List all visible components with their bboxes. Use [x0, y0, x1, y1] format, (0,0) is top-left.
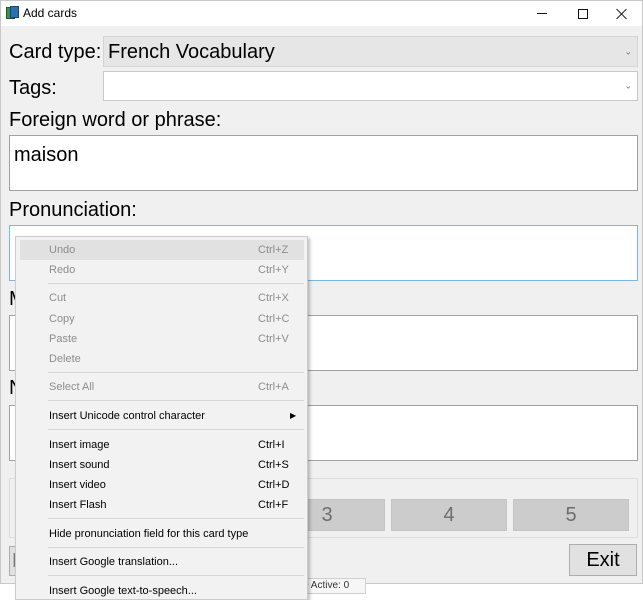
chevron-down-icon: ⌄ [624, 46, 632, 56]
menu-item-redo[interactable]: Redo Ctrl+Y [20, 260, 304, 280]
minimize-button[interactable] [519, 1, 565, 26]
menu-item-label: Insert sound [49, 459, 110, 471]
menu-item-label: Cut [49, 292, 67, 304]
grade-5-button[interactable]: 5 [513, 499, 629, 531]
foreign-word-value: maison [14, 144, 79, 166]
menu-item-label: Copy [49, 313, 75, 325]
minimize-icon [537, 13, 547, 14]
menu-item-insert-flash[interactable]: Insert Flash Ctrl+F [20, 495, 304, 515]
menu-separator [48, 429, 304, 430]
menu-item-label: Hide pronunciation field for this card t… [49, 528, 249, 540]
submenu-arrow-icon: ▶ [290, 411, 297, 420]
menu-item-shortcut: Ctrl+A [258, 381, 289, 393]
menu-item-label: Insert Flash [49, 499, 107, 511]
card-type-select[interactable]: French Vocabulary ⌄ [103, 36, 638, 67]
card-type-label: Card type: [9, 41, 102, 63]
menu-item-label: Insert video [49, 479, 106, 491]
context-menu: Undo Ctrl+Z Redo Ctrl+Y Cut Ctrl+X Copy … [15, 236, 308, 600]
menu-item-cut[interactable]: Cut Ctrl+X [20, 288, 304, 308]
close-button[interactable] [599, 1, 643, 26]
menu-item-shortcut: Ctrl+F [258, 499, 289, 511]
menu-item-label: Paste [49, 333, 78, 345]
menu-item-label: Insert image [49, 439, 110, 451]
menu-item-label: Delete [49, 353, 81, 365]
menu-separator [48, 518, 304, 519]
menu-item-shortcut: Ctrl+Z [258, 244, 289, 256]
menu-item-label: Insert Google text-to-speech... [49, 585, 197, 597]
menu-item-label: Insert Google translation... [49, 556, 179, 568]
menu-item-shortcut: Ctrl+D [258, 479, 290, 491]
menu-separator [48, 400, 304, 401]
maximize-icon [578, 8, 588, 19]
menu-item-google-tts[interactable]: Insert Google text-to-speech... [20, 581, 304, 599]
menu-item-label: Select All [49, 381, 95, 393]
menu-separator [48, 372, 304, 373]
menu-item-insert-video[interactable]: Insert video Ctrl+D [20, 475, 304, 495]
status-text: 0 Active: 0 [300, 578, 366, 594]
menu-item-hide-pronunciation[interactable]: Hide pronunciation field for this card t… [20, 524, 304, 544]
menu-item-shortcut: Ctrl+I [258, 439, 285, 451]
menu-separator [48, 283, 304, 284]
close-icon [616, 8, 628, 20]
foreign-word-field[interactable]: maison [9, 135, 638, 191]
tags-combo[interactable]: ⌄ [103, 71, 638, 101]
window-title: Add cards [23, 6, 78, 20]
menu-item-google-translation[interactable]: Insert Google translation... [20, 552, 304, 572]
menu-item-shortcut: Ctrl+X [258, 292, 289, 304]
menu-item-undo[interactable]: Undo Ctrl+Z [20, 240, 304, 260]
app-cards-icon [6, 6, 20, 20]
menu-item-insert-image[interactable]: Insert image Ctrl+I [20, 435, 304, 455]
menu-item-label: Redo [49, 264, 76, 276]
title-bar[interactable]: Add cards [1, 1, 642, 26]
pronunciation-label: Pronunciation: [9, 199, 137, 221]
foreign-word-label: Foreign word or phrase: [9, 109, 222, 131]
card-type-value: French Vocabulary [108, 41, 275, 63]
menu-item-insert-unicode[interactable]: Insert Unicode control character ▶ [20, 406, 304, 426]
tags-label: Tags: [9, 77, 57, 99]
menu-item-delete[interactable]: Delete [20, 349, 304, 369]
menu-item-copy[interactable]: Copy Ctrl+C [20, 309, 304, 329]
menu-item-label: Insert Unicode control character [49, 410, 205, 422]
menu-item-shortcut: Ctrl+Y [258, 264, 289, 276]
chevron-down-icon: ⌄ [624, 80, 632, 91]
menu-item-insert-sound[interactable]: Insert sound Ctrl+S [20, 455, 304, 475]
menu-item-shortcut: Ctrl+C [258, 313, 290, 325]
menu-separator [48, 547, 304, 548]
menu-item-shortcut: Ctrl+S [258, 459, 289, 471]
exit-button[interactable]: Exit [569, 544, 637, 576]
menu-item-label: Undo [49, 244, 76, 256]
grade-4-button[interactable]: 4 [391, 499, 507, 531]
menu-item-paste[interactable]: Paste Ctrl+V [20, 329, 304, 349]
menu-item-select-all[interactable]: Select All Ctrl+A [20, 377, 304, 397]
menu-item-shortcut: Ctrl+V [258, 333, 289, 345]
menu-separator [48, 575, 304, 576]
